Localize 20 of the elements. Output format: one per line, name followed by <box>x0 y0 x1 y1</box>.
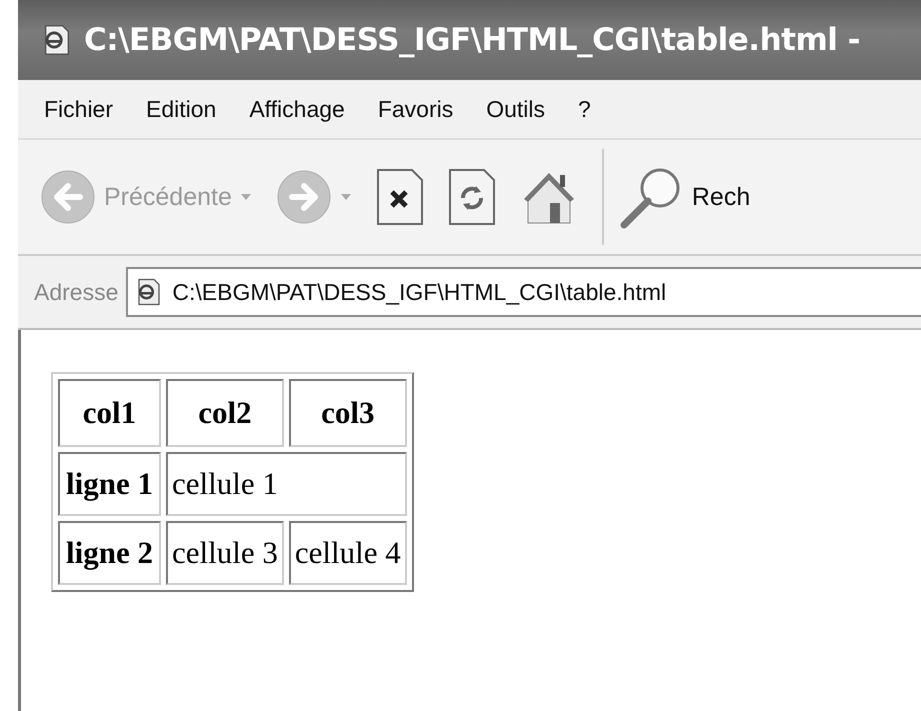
menu-item[interactable]: Fichier <box>44 96 114 122</box>
address-label: Adresse <box>34 278 118 306</box>
address-field[interactable]: C:\EBGM\PAT\DESS_IGF\HTML_CGI\table.html <box>126 267 921 317</box>
menu-item[interactable]: Outils <box>486 96 546 122</box>
refresh-icon[interactable] <box>448 168 496 226</box>
column-header: col1 <box>58 379 161 447</box>
table-cell: cellule 1 <box>166 452 407 516</box>
menu-item[interactable]: ? <box>578 96 591 122</box>
column-header: col2 <box>166 379 284 447</box>
stop-icon[interactable] <box>376 168 424 226</box>
table-cell: cellule 3 <box>166 521 284 585</box>
menu-item[interactable]: Edition <box>146 96 216 122</box>
menu-item[interactable]: Affichage <box>249 96 345 122</box>
column-header: col3 <box>288 379 407 447</box>
row-header: ligne 2 <box>58 521 161 585</box>
menu-item[interactable]: Favoris <box>378 96 454 122</box>
table-cell: cellule 4 <box>288 521 407 585</box>
row-header: ligne 1 <box>58 452 161 516</box>
search-label[interactable]: Rech <box>692 182 750 212</box>
window-title: C:\EBGM\PAT\DESS_IGF\HTML_CGI\table.html - <box>84 22 860 58</box>
